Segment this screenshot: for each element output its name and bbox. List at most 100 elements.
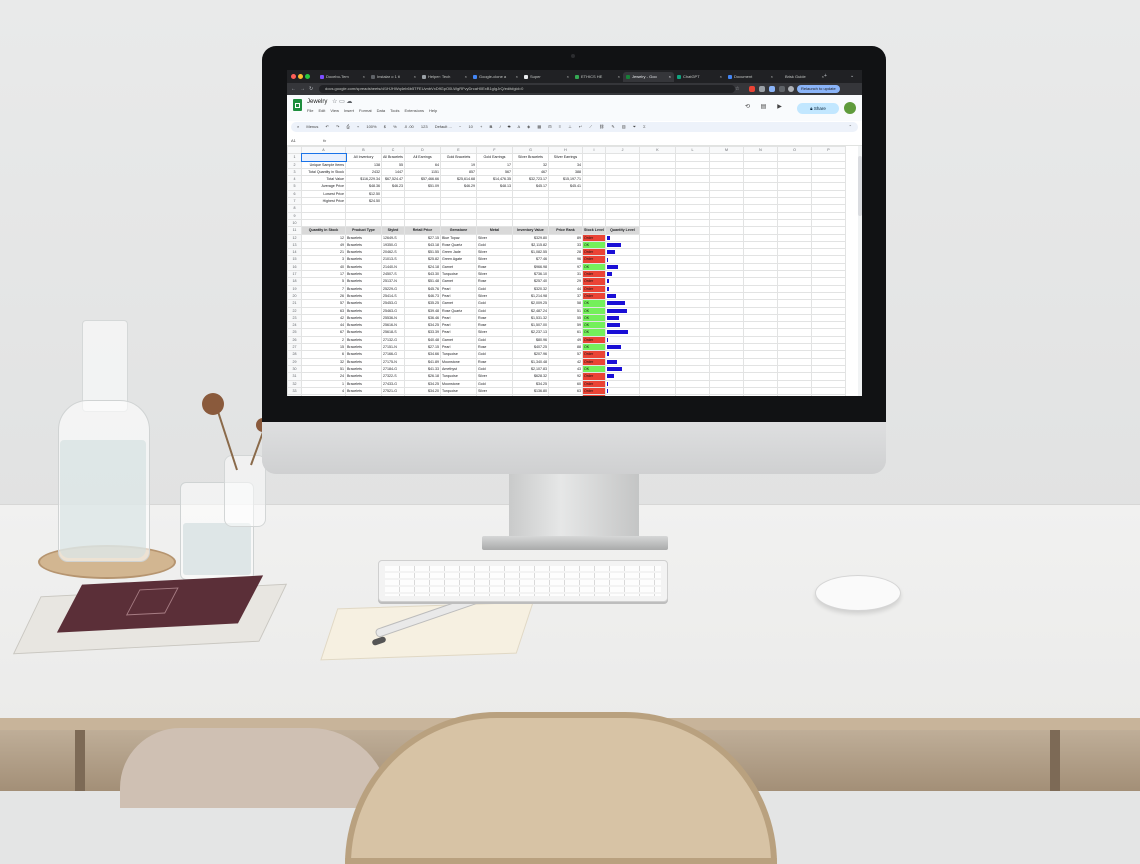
gemstone-cell[interactable]: Moonstone bbox=[439, 379, 477, 388]
price-rank-cell[interactable]: 24 bbox=[547, 394, 583, 396]
stock-level-cell[interactable]: Order bbox=[581, 386, 606, 396]
metal-cell[interactable]: Gold bbox=[475, 299, 513, 308]
row-header[interactable]: 20 bbox=[287, 291, 302, 301]
summary-value[interactable]: $15,197.71 bbox=[547, 175, 583, 184]
url-field[interactable]: docs.google.com/spreadsheets/d/1HJHWq4eb… bbox=[319, 85, 735, 93]
metal-cell[interactable]: Gold bbox=[475, 350, 513, 359]
cell[interactable] bbox=[638, 189, 676, 199]
back-icon[interactable]: ← bbox=[291, 85, 296, 93]
cell[interactable] bbox=[674, 233, 710, 242]
column-header-m[interactable]: M bbox=[708, 146, 744, 155]
style-cell[interactable]: 27322-S bbox=[381, 372, 405, 381]
cell[interactable] bbox=[742, 277, 778, 286]
stock-level-cell[interactable]: OK bbox=[581, 240, 606, 250]
row-header[interactable]: 8 bbox=[287, 204, 302, 213]
cell[interactable] bbox=[810, 160, 846, 169]
summary-value[interactable]: $67,524.47 bbox=[381, 175, 405, 184]
metal-cell[interactable]: Silver bbox=[475, 291, 513, 301]
cell[interactable] bbox=[742, 167, 778, 177]
cell[interactable] bbox=[776, 357, 812, 366]
quantity-level-cell[interactable] bbox=[604, 262, 640, 272]
currency-format-button[interactable]: $ bbox=[384, 124, 386, 129]
column-header-a[interactable]: A bbox=[301, 146, 346, 155]
vertical-scrollbar[interactable] bbox=[858, 146, 862, 396]
cell[interactable] bbox=[301, 204, 346, 213]
cell[interactable] bbox=[581, 211, 606, 220]
row-header[interactable]: 31 bbox=[287, 372, 302, 381]
cell[interactable] bbox=[742, 291, 778, 301]
cell[interactable] bbox=[810, 248, 846, 257]
summary-label[interactable]: Total Quantity in Stock bbox=[301, 167, 346, 177]
cell[interactable] bbox=[674, 211, 710, 220]
gemstone-cell[interactable]: Turquoise bbox=[439, 386, 477, 396]
metal-cell[interactable]: Rose bbox=[475, 342, 513, 352]
metal-cell[interactable]: Rose bbox=[475, 357, 513, 366]
spreadsheet-grid[interactable]: A B C D E F G H I J K L M N O P 1 All Inventory All Bracel… bbox=[287, 146, 862, 396]
retail-price-cell[interactable]: $36.46 bbox=[403, 313, 441, 323]
column-header-i[interactable]: I bbox=[581, 146, 606, 155]
quantity-level-cell[interactable] bbox=[604, 328, 640, 337]
gemstone-cell[interactable]: Moonstone bbox=[439, 357, 477, 366]
retail-price-cell[interactable]: $40.48 bbox=[403, 335, 441, 345]
row-header[interactable]: 25 bbox=[287, 328, 302, 337]
scroll-thumb[interactable] bbox=[858, 156, 862, 216]
font-size-field[interactable]: 10 bbox=[468, 124, 472, 129]
summary-value[interactable]: 32 bbox=[511, 160, 549, 169]
cell[interactable] bbox=[581, 218, 606, 228]
cell[interactable] bbox=[810, 328, 846, 337]
price-rank-cell[interactable]: 96 bbox=[547, 255, 583, 264]
quantity-level-cell[interactable] bbox=[604, 313, 640, 323]
cell[interactable] bbox=[708, 350, 744, 359]
cell[interactable] bbox=[638, 270, 676, 279]
summary-value[interactable]: $32,723.17 bbox=[511, 175, 549, 184]
cell[interactable] bbox=[581, 167, 606, 177]
inventory-value-cell[interactable]: $136.80 bbox=[511, 386, 549, 396]
cell[interactable] bbox=[638, 160, 676, 169]
cell[interactable] bbox=[638, 153, 676, 162]
summary-value[interactable]: $24.50 bbox=[345, 197, 382, 206]
gemstone-cell[interactable]: Pearl bbox=[439, 342, 477, 352]
stock-level-cell[interactable]: Order bbox=[581, 291, 606, 301]
quantity-cell[interactable]: 42 bbox=[301, 313, 346, 323]
row-header[interactable]: 32 bbox=[287, 379, 302, 388]
row-header[interactable]: 18 bbox=[287, 277, 302, 286]
row-header[interactable]: 23 bbox=[287, 313, 302, 323]
quantity-level-cell[interactable] bbox=[604, 386, 640, 396]
cell[interactable] bbox=[674, 153, 710, 162]
menu-item-view[interactable]: View bbox=[330, 108, 339, 113]
summary-value[interactable] bbox=[403, 197, 441, 206]
cell[interactable] bbox=[776, 160, 812, 169]
cell[interactable] bbox=[638, 197, 676, 206]
cell[interactable] bbox=[742, 270, 778, 279]
item-header-cell[interactable]: Quantity in Stock bbox=[301, 226, 346, 235]
cell[interactable] bbox=[708, 211, 744, 220]
price-rank-cell[interactable]: 57 bbox=[547, 350, 583, 359]
cell[interactable] bbox=[638, 379, 676, 388]
cell[interactable] bbox=[301, 218, 346, 228]
summary-header-cell[interactable]: Gold Bracelets bbox=[439, 153, 477, 162]
quantity-cell[interactable]: 4 bbox=[301, 386, 346, 396]
cell[interactable] bbox=[810, 335, 846, 345]
text-color-icon[interactable]: A bbox=[518, 124, 520, 129]
inventory-value-cell[interactable]: $736.10 bbox=[511, 270, 549, 279]
cell[interactable] bbox=[381, 218, 405, 228]
cell[interactable] bbox=[708, 270, 744, 279]
retail-price-cell[interactable]: $39.48 bbox=[403, 306, 441, 315]
cell[interactable] bbox=[638, 262, 676, 272]
cell[interactable] bbox=[674, 255, 710, 264]
retail-price-cell[interactable]: $43.18 bbox=[403, 240, 441, 250]
row-header[interactable]: 12 bbox=[287, 233, 302, 242]
column-header-o[interactable]: O bbox=[776, 146, 812, 155]
percent-format-button[interactable]: % bbox=[393, 124, 397, 129]
inventory-value-cell[interactable]: $34.25 bbox=[511, 379, 549, 388]
product-type-cell[interactable]: Bracelets bbox=[345, 306, 382, 315]
gemstone-cell[interactable]: Turquoise bbox=[439, 350, 477, 359]
stock-level-cell[interactable]: Order bbox=[581, 270, 606, 279]
inventory-value-cell[interactable]: $407.25 bbox=[511, 342, 549, 352]
quantity-level-cell[interactable] bbox=[604, 284, 640, 293]
price-rank-cell[interactable]: 29 bbox=[547, 277, 583, 286]
tab-close-icon[interactable]: × bbox=[669, 72, 671, 82]
quantity-cell[interactable]: 3 bbox=[301, 255, 346, 264]
summary-value[interactable]: 2432 bbox=[345, 167, 382, 177]
row-header[interactable]: 13 bbox=[287, 240, 302, 250]
